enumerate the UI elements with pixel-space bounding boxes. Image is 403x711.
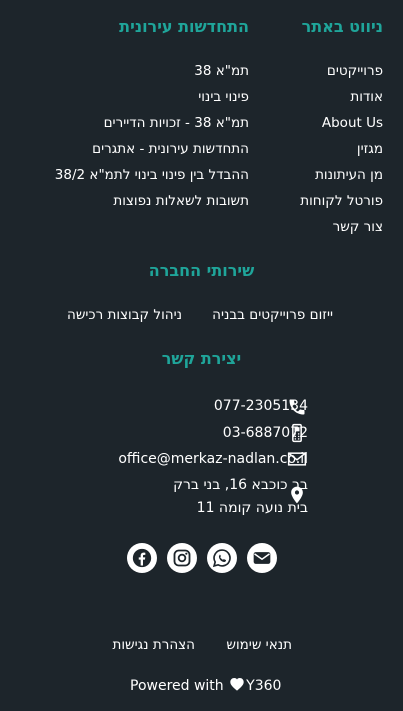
news-link-renewal-challenges[interactable]: התחדשות עירונית - אתגרים — [92, 141, 249, 157]
nav-link-client-portal[interactable]: פורטל לקוחות — [300, 193, 383, 209]
nav-link-projects[interactable]: פרוייקטים — [327, 63, 383, 79]
mobile-link[interactable]: 03-6887072 — [223, 425, 308, 441]
whatsapp-icon[interactable] — [207, 543, 237, 573]
instagram-icon[interactable] — [167, 543, 197, 573]
powered-prefix: Powered with — [130, 678, 224, 694]
email-link[interactable]: office@merkaz-nadlan.co.il — [118, 451, 308, 467]
nav-link-about[interactable]: אודות — [350, 89, 383, 105]
mail-icon[interactable] — [247, 543, 277, 573]
nav-heading: ניווט באתר — [301, 17, 383, 36]
address-line-2: בית נועה קומה 11 — [196, 500, 308, 516]
nav-link-press[interactable]: מן העיתונות — [315, 167, 383, 183]
powered-brand[interactable]: Y360 — [246, 678, 281, 694]
powered-by: Powered with Y360 — [130, 677, 281, 694]
nav-link-about-us[interactable]: About Us — [322, 115, 383, 131]
news-link-difference[interactable]: ההבדל בין פינוי בינוי לתמ"א 38/2 — [55, 167, 249, 183]
news-link-faq[interactable]: תשובות לשאלות נפוצות — [113, 193, 249, 209]
service-link-purchase-groups[interactable]: ניהול קבוצות רכישה — [67, 307, 182, 323]
heart-icon — [229, 677, 245, 691]
address-line-1: בר כוכבא 16, בני ברק — [173, 477, 308, 493]
facebook-icon[interactable] — [127, 543, 157, 573]
contact-heading: יצירת קשר — [161, 349, 242, 368]
news-link-tama38-rights[interactable]: תמ"א 38 - זכויות הדיירים — [104, 115, 249, 131]
services-heading: שירותי החברה — [148, 261, 255, 280]
phone-link[interactable]: 077-2305134 — [214, 398, 308, 414]
nav-link-magazine[interactable]: מגזין — [357, 141, 383, 157]
terms-link[interactable]: תנאי שימוש — [226, 637, 292, 653]
service-link-development[interactable]: ייזום פרוייקטים בבניה — [212, 307, 333, 323]
accessibility-link[interactable]: הצהרת נגישות — [112, 637, 195, 653]
nav-link-contact[interactable]: צור קשר — [333, 219, 383, 235]
news-heading: התחדשות עירונית — [119, 17, 249, 36]
news-link-pinui-binui[interactable]: פינוי בינוי — [198, 89, 249, 105]
news-link-tama38[interactable]: תמ"א 38 — [194, 63, 249, 79]
